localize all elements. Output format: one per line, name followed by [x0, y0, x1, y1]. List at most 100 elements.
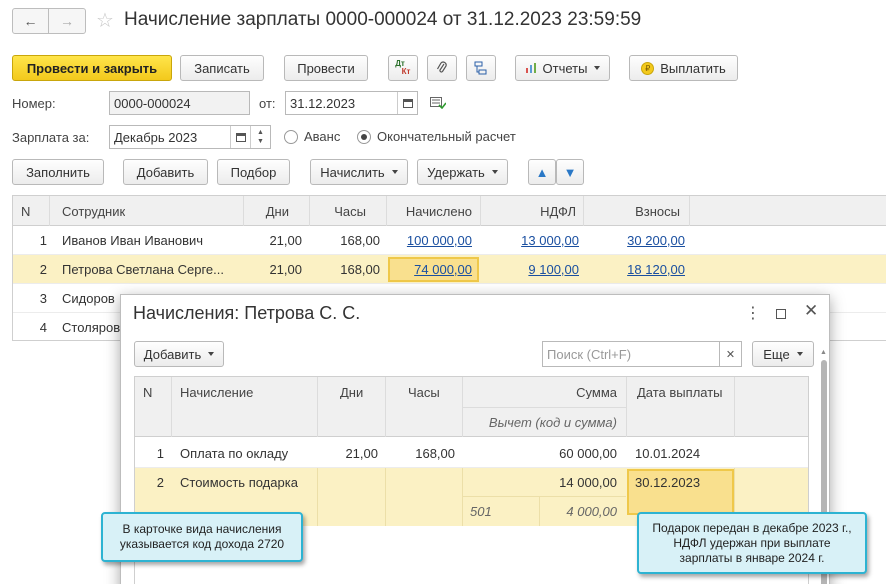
date-label: от:: [259, 96, 276, 111]
calendar-icon[interactable]: [397, 92, 417, 114]
arrow-right-icon: →: [60, 13, 74, 29]
col-accrued[interactable]: Начислено: [388, 196, 472, 226]
row-employee: Иванов Иван Иванович: [62, 233, 204, 248]
reports-button[interactable]: Отчеты: [515, 55, 610, 81]
accrue-label: Начислить: [320, 164, 385, 180]
forward-button[interactable]: →: [49, 9, 85, 33]
col-n[interactable]: N: [21, 196, 30, 226]
save-button[interactable]: Записать: [180, 55, 264, 81]
arrow-down-icon: ▼: [563, 164, 577, 180]
row-employee: Петрова Светлана Серге...: [62, 262, 224, 277]
more-label: Еще: [763, 346, 790, 362]
structure-button[interactable]: [466, 55, 496, 81]
coin-icon: ₽: [641, 61, 655, 75]
arrow-left-icon: ←: [23, 13, 38, 29]
col-employee[interactable]: Сотрудник: [62, 196, 125, 226]
fill-button[interactable]: Заполнить: [12, 159, 104, 185]
col-days[interactable]: Дни: [244, 196, 289, 226]
col-accrual[interactable]: Начисление: [180, 385, 253, 399]
advance-label: Аванс: [304, 129, 341, 144]
post-button[interactable]: Провести: [284, 55, 368, 81]
row-employee: Сидоров: [62, 291, 115, 306]
advance-radio[interactable]: [284, 130, 298, 144]
dialog-add-button[interactable]: Добавить: [134, 341, 224, 367]
col-contrib[interactable]: Взносы: [584, 196, 680, 226]
date-value: 31.12.2023: [290, 95, 356, 111]
salary-for-field[interactable]: Декабрь 2023 ▲ ▼: [109, 125, 271, 149]
col-hours[interactable]: Часы: [408, 385, 440, 399]
nav-back-forward: ← →: [12, 8, 86, 34]
report-chart-icon: [525, 63, 536, 73]
row-accrued-link[interactable]: 74 000,00: [388, 255, 472, 284]
final-label: Окончательный расчет: [377, 129, 516, 144]
chevron-down-icon: [491, 170, 498, 174]
row-ndfl-link[interactable]: 9 100,00: [481, 255, 579, 284]
row-employee: Столяров: [62, 320, 121, 335]
final-radio[interactable]: [357, 130, 371, 144]
move-down-button[interactable]: ▼: [556, 159, 584, 185]
accrue-button[interactable]: Начислить: [310, 159, 408, 185]
window-title: Начисление зарплаты 0000-000024 от 31.12…: [124, 9, 642, 30]
calendar-icon[interactable]: [230, 126, 250, 148]
col-sum[interactable]: Сумма: [465, 385, 617, 399]
col-days[interactable]: Дни: [340, 385, 363, 399]
col-ndfl[interactable]: НДФЛ: [481, 196, 576, 226]
chevron-down-icon: [796, 352, 803, 356]
row-hours: 168,00: [415, 445, 455, 461]
row-pay-date: 10.01.2024: [635, 445, 701, 461]
row-sum: 60 000,00: [559, 445, 617, 461]
date-field[interactable]: 31.12.2023: [285, 91, 418, 115]
callout-income-code: В карточке вида начисления указывается к…: [101, 512, 303, 562]
pick-button[interactable]: Подбор: [217, 159, 290, 185]
pay-button[interactable]: ₽ Выплатить: [629, 55, 738, 81]
number-label: Номер:: [12, 96, 56, 111]
list-item[interactable]: 1 Оплата по окладу 21,00 168,00 60 000,0…: [135, 438, 808, 468]
row-n: 2: [39, 262, 47, 277]
col-deduction[interactable]: Вычет (код и сумма): [465, 407, 617, 437]
withhold-label: Удержать: [427, 164, 485, 180]
col-n[interactable]: N: [143, 385, 152, 399]
search-input[interactable]: Поиск (Ctrl+F): [542, 341, 720, 367]
row-contrib-link[interactable]: 30 200,00: [584, 226, 685, 255]
col-pay-date[interactable]: Дата выплаты: [637, 385, 723, 399]
row-hours: 168,00: [340, 262, 380, 277]
row-sum: 14 000,00: [559, 474, 617, 490]
dt-icon-bottom: Кт: [401, 67, 411, 76]
more-vert-icon[interactable]: ⋮: [745, 303, 761, 323]
dt-kt-button[interactable]: Дт Кт: [388, 55, 418, 81]
table-header: N Сотрудник Дни Часы Начислено НДФЛ Взно…: [13, 196, 886, 226]
favorite-star-icon[interactable]: ☆: [96, 8, 114, 33]
more-button[interactable]: Еще: [752, 341, 814, 367]
withhold-button[interactable]: Удержать: [417, 159, 508, 185]
row-contrib-link[interactable]: 18 120,00: [584, 255, 685, 284]
back-button[interactable]: ←: [13, 9, 49, 33]
row-accrual: Оплата по окладу: [180, 445, 289, 461]
maximize-icon[interactable]: [776, 309, 786, 319]
row-deduction-sum: 4 000,00: [566, 503, 617, 519]
paperclip-icon: [436, 61, 447, 73]
table-row[interactable]: 1 Иванов Иван Иванович 21,00 168,00 100 …: [13, 226, 886, 255]
month-stepper[interactable]: ▲ ▼: [250, 126, 270, 148]
attach-button[interactable]: [427, 55, 457, 81]
number-field[interactable]: 0000-000024: [109, 91, 250, 115]
clear-search-icon[interactable]: ✕: [720, 341, 742, 367]
pay-label: Выплатить: [660, 60, 726, 76]
add-button[interactable]: Добавить: [123, 159, 208, 185]
post-and-close-button[interactable]: Провести и закрыть: [12, 55, 172, 81]
dialog-title: Начисления: Петрова С. С.: [133, 303, 361, 323]
row-hours: 168,00: [340, 233, 380, 248]
salary-for-value: Декабрь 2023: [114, 129, 198, 145]
history-icon[interactable]: [430, 97, 447, 110]
close-icon[interactable]: ✕: [804, 301, 818, 321]
move-up-button[interactable]: ▲: [528, 159, 556, 185]
row-accrued-link[interactable]: 100 000,00: [388, 226, 472, 255]
col-hours[interactable]: Часы: [311, 196, 366, 226]
row-n: 3: [39, 291, 47, 306]
chevron-down-icon: [391, 170, 398, 174]
row-pay-date[interactable]: 30.12.2023: [635, 468, 700, 496]
row-ndfl-link[interactable]: 13 000,00: [481, 226, 579, 255]
hierarchy-icon: [474, 61, 487, 75]
row-n: 1: [39, 233, 47, 248]
table-row-selected[interactable]: 2 Петрова Светлана Серге... 21,00 168,00…: [13, 255, 886, 284]
row-n: 4: [39, 320, 47, 335]
